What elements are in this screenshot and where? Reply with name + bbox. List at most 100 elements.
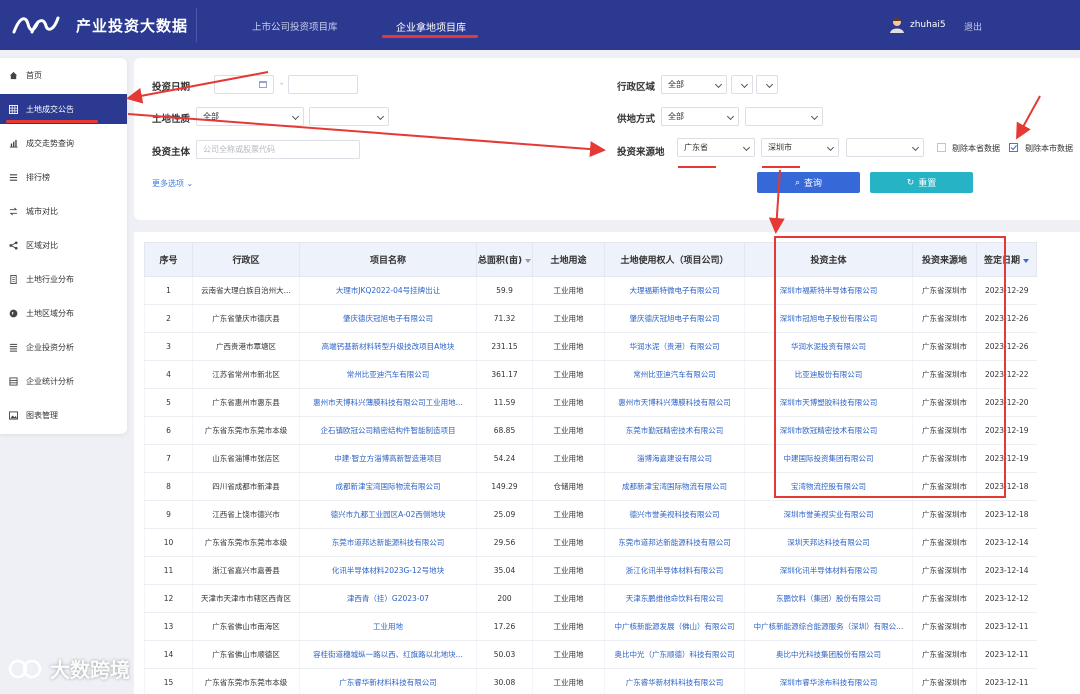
land-nature-sub-select[interactable] bbox=[309, 107, 389, 126]
table-cell: 广东省惠州市惠东县 bbox=[192, 388, 300, 417]
sidebar-item-home[interactable]: 首页 bbox=[0, 60, 127, 90]
table-cell[interactable]: 中广核新能源发展（佛山）有限公司 bbox=[604, 612, 745, 641]
region-select-city[interactable] bbox=[731, 75, 753, 94]
table-cell[interactable]: 东莞市道邦达新能源科技有限公司 bbox=[604, 528, 745, 557]
table-cell[interactable]: 深圳市福斯特半导体有限公司 bbox=[744, 276, 913, 305]
table-cell[interactable]: 常州比亚迪汽车有限公司 bbox=[299, 360, 477, 389]
table-cell[interactable]: 惠州市天博科兴薄膜科技有限公司工业用地... bbox=[299, 388, 477, 417]
investor-search-input[interactable]: 公司全称或股票代码 bbox=[196, 140, 360, 159]
table-cell[interactable]: 企石镇欧冠公司精密结构件智能制造项目 bbox=[299, 416, 477, 445]
table-cell[interactable]: 奥比中光科技集团股份有限公司 bbox=[744, 640, 913, 669]
table-row[interactable]: 3 广西贵港市覃塘区 高端钙基新材料转型升级技改项目A地块 231.15 工业用地 华润水… bbox=[144, 332, 1037, 361]
table-row[interactable]: 9 江西省上饶市德兴市 德兴市九都工业园区A-02西侧地块 25.09 工业用地 德兴市誉… bbox=[144, 500, 1037, 529]
table-cell[interactable]: 深圳市欧冠精密技术有限公司 bbox=[744, 416, 913, 445]
table-cell[interactable]: 华润水泥投资有限公司 bbox=[744, 332, 913, 361]
table-cell[interactable]: 中广核新能源综合能源服务（深圳）有限公... bbox=[744, 612, 913, 641]
reset-button[interactable]: ↻ 重置 bbox=[870, 172, 973, 193]
table-cell[interactable]: 深圳市天博塑胶科技有限公司 bbox=[744, 388, 913, 417]
table-cell[interactable]: 奥比中光（广东顺德）科技有限公司 bbox=[604, 640, 745, 669]
table-row[interactable]: 6 广东省东莞市东莞市本级 企石镇欧冠公司精密结构件智能制造项目 68.85 工业用地东… bbox=[144, 416, 1037, 445]
col-header-date[interactable]: 签定日期 bbox=[976, 242, 1037, 277]
sidebar-item-enterprise-investment[interactable]: 企业投资分析 bbox=[0, 332, 127, 362]
table-cell[interactable]: 深圳市睿华涂布科技有限公司 bbox=[744, 668, 913, 694]
exclude-province-checkbox[interactable] bbox=[937, 143, 946, 152]
source-province-select[interactable]: 广东省 bbox=[677, 138, 755, 157]
table-cell[interactable]: 深圳天邦达科技有限公司 bbox=[744, 528, 913, 557]
table-row[interactable]: 2 广东省肇庆市德庆县 肇庆德庆冠旭电子有限公司 71.32 工业用地 肇庆德庆冠旭电子有… bbox=[144, 304, 1037, 333]
sidebar-item-trend-query[interactable]: 成交走势查询 bbox=[0, 128, 127, 158]
table-cell[interactable]: 津西青（挂）G2023-07 bbox=[299, 584, 477, 613]
exclude-city-checkbox[interactable] bbox=[1009, 143, 1018, 152]
logout-link[interactable]: 退出 bbox=[964, 20, 982, 33]
sidebar-item-ranking[interactable]: 排行榜 bbox=[0, 162, 127, 192]
sidebar-item-region-distribution[interactable]: 土地区域分布 bbox=[0, 298, 127, 328]
table-cell[interactable]: 东莞市勤冠精密技术有限公司 bbox=[604, 416, 745, 445]
tab-listed-company-projects[interactable]: 上市公司投资项目库 bbox=[252, 19, 338, 33]
table-cell[interactable]: 中建国际投资集团有限公司 bbox=[744, 444, 913, 473]
table-cell[interactable]: 广东睿华新材料科技有限公司 bbox=[299, 668, 477, 694]
col-header-area[interactable]: 总面积(亩) bbox=[476, 242, 533, 277]
more-options-toggle[interactable]: 更多选项 ⌄ bbox=[152, 178, 193, 189]
table-row[interactable]: 4 江苏省常州市新北区 常州比亚迪汽车有限公司 361.17 工业用地 常州比亚迪汽车有限… bbox=[144, 360, 1037, 389]
table-cell[interactable]: 工业用地 bbox=[299, 612, 477, 641]
table-cell[interactable]: 深圳化讯半导体材料有限公司 bbox=[744, 556, 913, 585]
table-cell[interactable]: 化讯半导体材料2023G-12号地块 bbox=[299, 556, 477, 585]
table-cell[interactable]: 大理福斯特微电子有限公司 bbox=[604, 276, 745, 305]
region-select-district[interactable] bbox=[756, 75, 778, 94]
table-cell[interactable]: 比亚迪股份有限公司 bbox=[744, 360, 913, 389]
table-row[interactable]: 11 浙江省嘉兴市嘉善县 化讯半导体材料2023G-12号地块 35.04 工业用地 浙江… bbox=[144, 556, 1037, 585]
table-cell: 8 bbox=[144, 472, 193, 501]
table-cell[interactable]: 惠州市天博科兴薄膜科技有限公司 bbox=[604, 388, 745, 417]
table-cell[interactable]: 肇庆德庆冠旭电子有限公司 bbox=[604, 304, 745, 333]
date-start-input[interactable] bbox=[214, 75, 274, 94]
user-avatar-icon[interactable] bbox=[888, 16, 906, 34]
tab-enterprise-land-projects[interactable]: 企业拿地项目库 bbox=[396, 19, 466, 34]
table-row[interactable]: 13 广东省佛山市南海区 工业用地 17.26 工业用地 中广核新能源发展（佛山）有限公司… bbox=[144, 612, 1037, 641]
table-cell[interactable]: 东鹏饮料（集团）股份有限公司 bbox=[744, 584, 913, 613]
table-cell[interactable]: 高端钙基新材料转型升级技改项目A地块 bbox=[299, 332, 477, 361]
table-cell: 工业用地 bbox=[532, 388, 605, 417]
table-cell[interactable]: 容桂街道穗城纵一路以西、红旗路以北地块... bbox=[299, 640, 477, 669]
table-cell[interactable]: 华润水泥（贵港）有限公司 bbox=[604, 332, 745, 361]
table-cell[interactable]: 东莞市道邦达新能源科技有限公司 bbox=[299, 528, 477, 557]
table-cell[interactable]: 广东睿华新材料科技有限公司 bbox=[604, 668, 745, 694]
date-end-input[interactable] bbox=[288, 75, 358, 94]
source-city-select[interactable]: 深圳市 bbox=[761, 138, 839, 157]
table-cell[interactable]: 德兴市九都工业园区A-02西侧地块 bbox=[299, 500, 477, 529]
table-cell[interactable]: 常州比亚迪汽车有限公司 bbox=[604, 360, 745, 389]
region-select-province[interactable]: 全部 bbox=[661, 75, 727, 94]
table-cell[interactable]: 中建·智立方淄博高新智造港项目 bbox=[299, 444, 477, 473]
table-cell: 广东省深圳市 bbox=[912, 584, 977, 613]
table-cell[interactable]: 淄博海嘉建设有限公司 bbox=[604, 444, 745, 473]
table-cell[interactable]: 成都新津宝湾国际物流有限公司 bbox=[299, 472, 477, 501]
table-row[interactable]: 14 广东省佛山市顺德区 容桂街道穗城纵一路以西、红旗路以北地块... 50.03 工业… bbox=[144, 640, 1037, 669]
supply-method-sub-select[interactable] bbox=[745, 107, 823, 126]
land-nature-select[interactable]: 全部 bbox=[196, 107, 304, 126]
table-cell[interactable]: 成都新津宝湾国际物流有限公司 bbox=[604, 472, 745, 501]
sidebar-item-city-compare[interactable]: 城市对比 bbox=[0, 196, 127, 226]
sidebar-item-industry-distribution[interactable]: 土地行业分布 bbox=[0, 264, 127, 294]
table-cell[interactable]: 深圳市誉美视实业有限公司 bbox=[744, 500, 913, 529]
table-row[interactable]: 1 云南省大理白族自治州大... 大理市JKQ2022-04号挂牌出让 59.9 工业用… bbox=[144, 276, 1037, 305]
query-button[interactable]: ⌕ 查询 bbox=[757, 172, 860, 193]
table-cell[interactable]: 天津东鹏维他命饮料有限公司 bbox=[604, 584, 745, 613]
table-cell[interactable]: 肇庆德庆冠旭电子有限公司 bbox=[299, 304, 477, 333]
table-cell[interactable]: 浙江化讯半导体材料有限公司 bbox=[604, 556, 745, 585]
user-name[interactable]: zhuhai5 bbox=[910, 20, 946, 30]
table-row[interactable]: 8 四川省成都市新津县 成都新津宝湾国际物流有限公司 149.29 仓储用地 成都新津宝湾… bbox=[144, 472, 1037, 501]
table-cell[interactable]: 德兴市誉美视科技有限公司 bbox=[604, 500, 745, 529]
table-cell[interactable]: 深圳市冠旭电子股份有限公司 bbox=[744, 304, 913, 333]
table-row[interactable]: 7 山东省淄博市张店区 中建·智立方淄博高新智造港项目 54.24 工业用地 淄博海嘉建设… bbox=[144, 444, 1037, 473]
table-row[interactable]: 5 广东省惠州市惠东县 惠州市天博科兴薄膜科技有限公司工业用地... 11.59 工业用… bbox=[144, 388, 1037, 417]
table-row[interactable]: 12 天津市天津市市辖区西青区 津西青（挂）G2023-07 200 工业用地 天津东鹏维… bbox=[144, 584, 1037, 613]
source-district-select[interactable] bbox=[846, 138, 924, 157]
table-row[interactable]: 15 广东省东莞市东莞市本级 广东睿华新材料科技有限公司 30.08 工业用地 广东睿华新… bbox=[144, 668, 1037, 694]
table-cell[interactable]: 大理市JKQ2022-04号挂牌出让 bbox=[299, 276, 477, 305]
table-cell: 广东省深圳市 bbox=[912, 388, 977, 417]
supply-method-select[interactable]: 全部 bbox=[661, 107, 739, 126]
table-cell[interactable]: 宝湾物流控股有限公司 bbox=[744, 472, 913, 501]
sidebar-item-region-compare[interactable]: 区域对比 bbox=[0, 230, 127, 260]
sidebar-item-enterprise-statistics[interactable]: 企业统计分析 bbox=[0, 366, 127, 396]
table-row[interactable]: 10 广东省东莞市东莞市本级 东莞市道邦达新能源科技有限公司 29.56 工业用地 东莞市… bbox=[144, 528, 1037, 557]
sidebar-item-chart-management[interactable]: 图表管理 bbox=[0, 400, 127, 430]
